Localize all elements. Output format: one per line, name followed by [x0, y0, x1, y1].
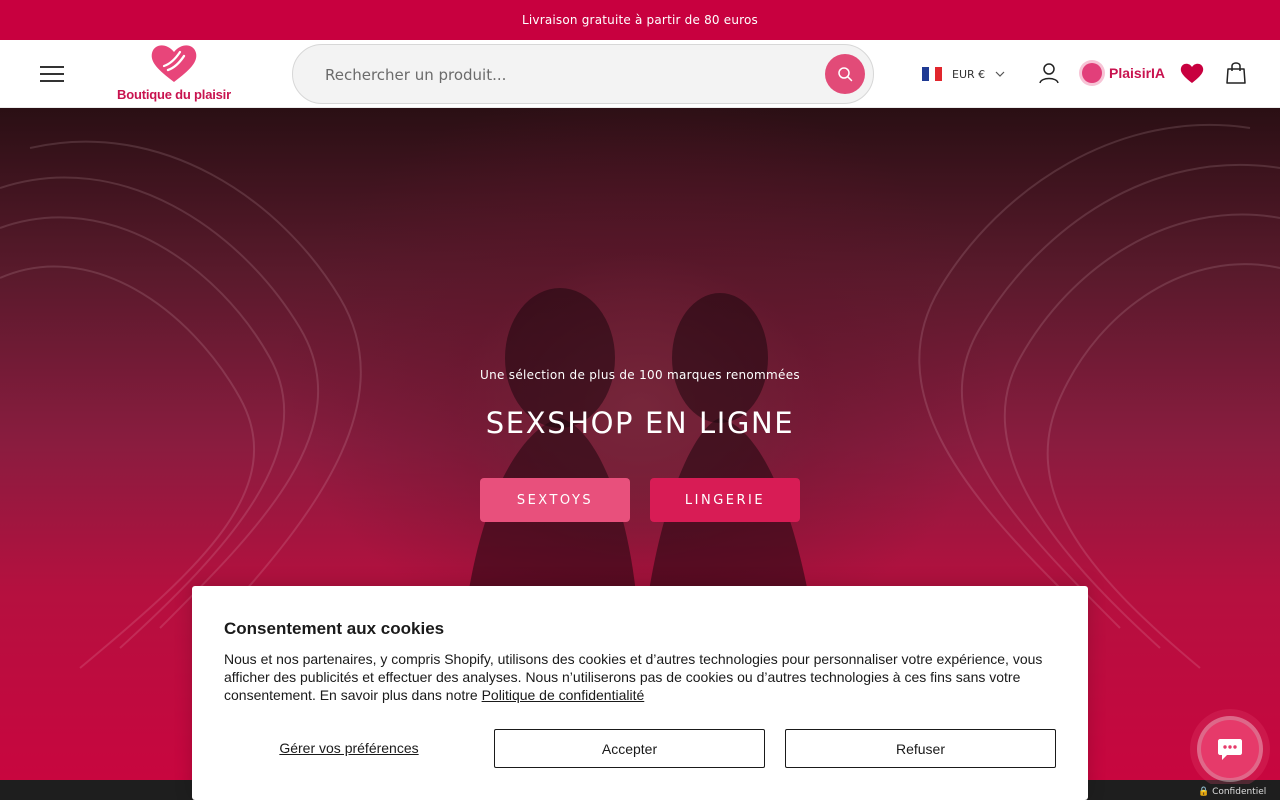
announcement-bar: Livraison gratuite à partir de 80 euros — [0, 0, 1280, 40]
chat-button[interactable] — [1201, 720, 1259, 778]
accept-button[interactable]: Accepter — [494, 729, 765, 768]
menu-icon[interactable] — [40, 66, 64, 82]
assistant-avatar-icon — [1082, 63, 1102, 83]
chevron-down-icon — [995, 71, 1005, 77]
search-bar — [292, 44, 874, 104]
hero-title: SEXSHOP EN LIGNE — [485, 406, 795, 440]
currency-selector[interactable]: EUR € — [922, 65, 1005, 83]
cookie-consent-dialog: Consentement aux cookies Nous et nos par… — [192, 586, 1088, 800]
chat-launcher[interactable] — [1190, 709, 1270, 789]
cookie-body: Nous et nos partenaires, y compris Shopi… — [224, 650, 1060, 704]
search-button[interactable] — [825, 54, 865, 94]
france-flag-icon — [922, 67, 943, 81]
search-icon — [838, 67, 853, 82]
lingerie-button[interactable]: LINGERIE — [650, 478, 800, 522]
search-input[interactable] — [325, 63, 805, 87]
refuse-button[interactable]: Refuser — [785, 729, 1056, 768]
sextoys-button[interactable]: SEXTOYS — [480, 478, 630, 522]
chat-icon — [1218, 739, 1242, 760]
manage-preferences-link[interactable]: Gérer vos préférences — [224, 729, 474, 767]
confidential-badge: 🔒 Confidentiel — [1192, 784, 1273, 800]
currency-label: EUR € — [952, 67, 986, 81]
user-icon[interactable] — [1038, 62, 1060, 84]
privacy-policy-link[interactable]: Politique de confidentialité — [482, 687, 645, 703]
cookie-title: Consentement aux cookies — [224, 619, 445, 638]
announcement-text: Livraison gratuite à partir de 80 euros — [521, 13, 759, 27]
site-logo[interactable]: Boutique du plaisir — [112, 42, 236, 104]
site-header: Boutique du plaisir EUR € PlaisirIA — [0, 40, 1280, 108]
assistant-link[interactable]: PlaisirIA — [1082, 62, 1165, 84]
bag-icon[interactable] — [1225, 61, 1247, 85]
hero-subtitle: Une sélection de plus de 100 marques ren… — [480, 368, 800, 382]
logo-text: Boutique du plaisir — [117, 87, 231, 102]
heart-icon[interactable] — [1180, 62, 1204, 84]
assistant-label: PlaisirIA — [1109, 65, 1166, 81]
logo-heart-icon — [151, 45, 197, 82]
